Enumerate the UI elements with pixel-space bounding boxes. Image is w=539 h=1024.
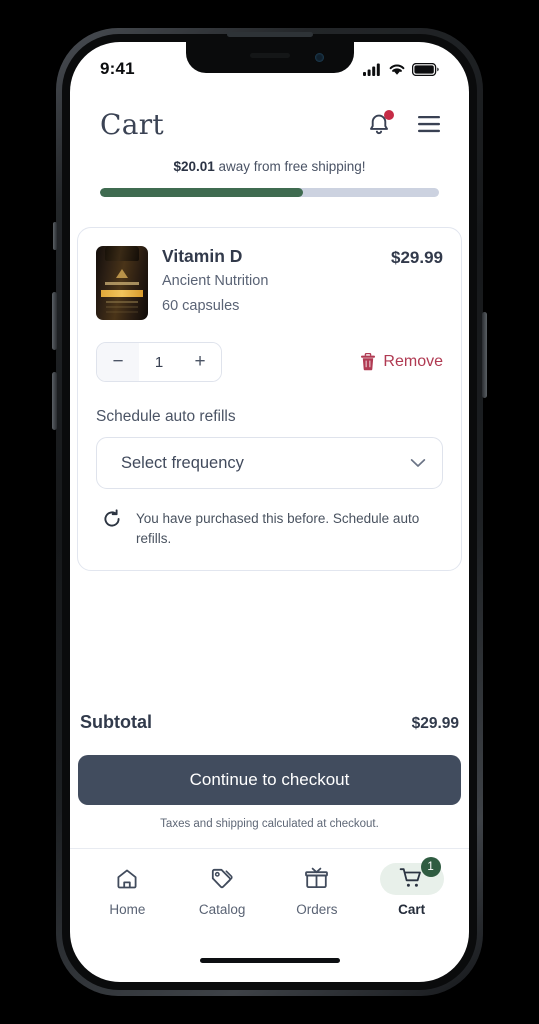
header-actions: [365, 110, 443, 138]
tab-cart-label: Cart: [398, 902, 425, 917]
free-shipping-text: $20.01 away from free shipping!: [100, 158, 439, 176]
tab-catalog-icon-wrap: [190, 863, 254, 895]
app-header: Cart: [70, 90, 469, 158]
tab-orders-icon-wrap: [285, 863, 349, 895]
free-shipping-banner: $20.01 away from free shipping!: [70, 158, 469, 197]
tab-cart-icon-wrap: 1: [380, 863, 444, 895]
bottom-tab-bar: Home Catalog: [70, 848, 469, 930]
product-image[interactable]: [96, 246, 148, 320]
quantity-value: 1: [139, 354, 179, 371]
bottle-brand-line: [105, 282, 139, 285]
free-shipping-amount: $20.01: [173, 159, 214, 174]
tab-home-icon-wrap: [95, 863, 159, 895]
cart-item-summary: Vitamin D Ancient Nutrition 60 capsules …: [96, 246, 443, 320]
notifications-button[interactable]: [365, 110, 393, 138]
auto-refill-label: Schedule auto refills: [96, 408, 443, 426]
box-icon: [304, 867, 329, 891]
free-shipping-progress-track: [100, 188, 439, 197]
cellular-signal-icon: [363, 63, 382, 76]
hamburger-menu-icon: [417, 115, 441, 133]
menu-button[interactable]: [415, 110, 443, 138]
phone-screen: 9:41: [70, 42, 469, 982]
tab-home[interactable]: Home: [80, 863, 175, 917]
bottle-cap: [105, 246, 139, 261]
frequency-select-value: Select frequency: [121, 454, 244, 473]
tab-orders[interactable]: Orders: [270, 863, 365, 917]
cart-item-count-badge: 1: [421, 857, 441, 877]
earpiece-speaker: [227, 32, 313, 37]
tab-home-label: Home: [109, 902, 145, 917]
free-shipping-message: away from free shipping!: [215, 159, 366, 174]
quantity-stepper[interactable]: − 1 +: [96, 342, 222, 382]
trash-icon: [360, 353, 376, 371]
page-title: Cart: [100, 108, 164, 141]
home-indicator[interactable]: [200, 958, 340, 963]
tag-icon: [210, 867, 234, 891]
cart-item-actions: − 1 + Remove: [96, 342, 443, 382]
status-icons: [363, 63, 439, 76]
tab-catalog-label: Catalog: [199, 902, 246, 917]
chevron-down-icon: [410, 458, 426, 468]
status-time: 9:41: [100, 59, 135, 79]
tab-catalog[interactable]: Catalog: [175, 863, 270, 917]
silent-switch[interactable]: [53, 222, 57, 250]
tab-cart[interactable]: 1 Cart: [364, 863, 459, 917]
brand-logo-icon: [116, 269, 128, 278]
bottle-label-band: [101, 290, 143, 297]
product-name: Vitamin D: [162, 246, 377, 268]
cart-item-card: Vitamin D Ancient Nutrition 60 capsules …: [77, 227, 462, 571]
home-icon: [115, 867, 139, 891]
remove-item-button[interactable]: Remove: [360, 353, 443, 371]
cart-item-details: Vitamin D Ancient Nutrition 60 capsules: [162, 246, 377, 316]
continue-to-checkout-button[interactable]: Continue to checkout: [78, 755, 461, 805]
tab-orders-label: Orders: [296, 902, 337, 917]
bottle-label-text: [106, 301, 138, 303]
front-camera-icon: [315, 53, 324, 62]
quantity-increase-button[interactable]: +: [179, 343, 221, 381]
battery-full-icon: [412, 63, 439, 76]
free-shipping-progress-fill: [100, 188, 303, 197]
product-variant: 60 capsules: [162, 297, 377, 316]
subtotal-value: $29.99: [412, 715, 459, 733]
volume-down-button[interactable]: [52, 372, 57, 430]
product-brand: Ancient Nutrition: [162, 272, 377, 291]
order-totals: Subtotal $29.99 Continue to checkout Tax…: [70, 712, 469, 830]
volume-up-button[interactable]: [52, 292, 57, 350]
repurchase-note-text: You have purchased this before. Schedule…: [136, 509, 426, 550]
notch-speaker: [250, 53, 290, 58]
repurchase-note: You have purchased this before. Schedule…: [96, 509, 443, 550]
notch: [186, 42, 354, 73]
remove-item-label: Remove: [383, 353, 443, 371]
quantity-decrease-button[interactable]: −: [97, 343, 139, 381]
wifi-icon: [388, 63, 406, 76]
product-price: $29.99: [391, 246, 443, 268]
tax-note: Taxes and shipping calculated at checkou…: [78, 818, 461, 830]
frequency-select[interactable]: Select frequency: [96, 437, 443, 489]
notification-badge-dot: [384, 110, 394, 120]
subtotal-label: Subtotal: [80, 712, 152, 733]
shopping-cart-icon: [399, 867, 424, 890]
refresh-icon: [102, 509, 122, 529]
power-button[interactable]: [482, 312, 487, 398]
screenshot-stage: 9:41: [0, 0, 539, 1024]
subtotal-row: Subtotal $29.99: [78, 712, 461, 733]
